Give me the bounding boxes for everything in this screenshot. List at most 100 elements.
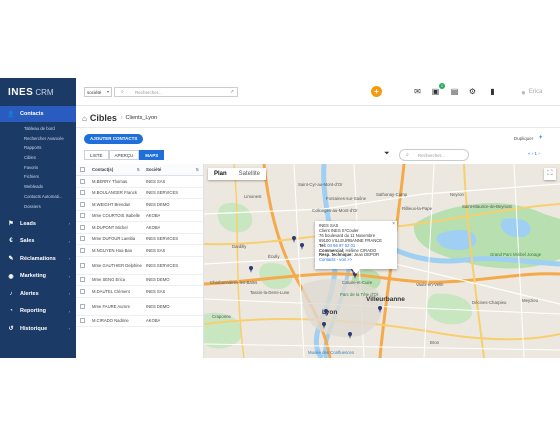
table-row[interactable]: M.NGUYEN Hoa Bao INES SAS bbox=[76, 245, 203, 257]
table-row[interactable]: M.DAUTEL Clément INES SAS bbox=[76, 286, 203, 298]
home-icon[interactable]: ⌂ bbox=[82, 114, 87, 123]
sort-icon[interactable]: ⇅ bbox=[196, 167, 199, 172]
global-search-input[interactable]: ⌕ Rechercher... ↗ bbox=[114, 87, 238, 97]
cell-company[interactable]: INES DEMO bbox=[144, 277, 203, 282]
close-icon[interactable]: × bbox=[392, 222, 395, 227]
submenu-item[interactable]: Tableau de bord bbox=[0, 124, 76, 134]
submenu-item[interactable]: Contacts Automati... bbox=[0, 192, 76, 202]
task-icon[interactable]: ▣ 1 bbox=[430, 83, 445, 97]
table-row[interactable]: M.CIRADO Nadrine AKOBA bbox=[76, 316, 203, 327]
row-checkbox[interactable] bbox=[76, 224, 88, 230]
column-header-company[interactable]: Société ⇅ bbox=[144, 167, 203, 172]
submenu-item[interactable]: Dossiers bbox=[0, 202, 76, 212]
tab-maps[interactable]: MAPS bbox=[139, 150, 165, 160]
sidebar-item-alertes[interactable]: ♪ Alertes › bbox=[0, 285, 76, 303]
cell-company[interactable]: INES DEMO bbox=[144, 304, 203, 309]
cell-company[interactable]: INES SAS bbox=[144, 179, 203, 184]
table-row[interactable]: M.BERRY Thomas INES SAS bbox=[76, 176, 203, 188]
table-row[interactable]: M.DUPONT Michel AKOBA bbox=[76, 222, 203, 234]
row-checkbox[interactable] bbox=[76, 303, 88, 309]
cell-company[interactable]: AKOBA bbox=[144, 213, 203, 218]
external-link-icon[interactable]: ↗ bbox=[230, 89, 234, 95]
sort-icon[interactable]: ⇅ bbox=[137, 167, 140, 172]
cell-contact[interactable]: M.CIRADO Nadrine bbox=[88, 318, 144, 323]
cell-contact[interactable]: Mme GAUTHIER Delphine bbox=[88, 263, 144, 268]
map-marker[interactable] bbox=[322, 322, 326, 329]
submenu-item[interactable]: Fichiers bbox=[0, 172, 76, 182]
table-row[interactable]: M.WEIGHT Brendan INES DEMO bbox=[76, 199, 203, 211]
cell-company[interactable]: INES SERVICES bbox=[144, 263, 203, 268]
cell-contact[interactable]: M.DAUTEL Clément bbox=[88, 289, 144, 294]
info-contacts-link[interactable]: Contacts - voir >> bbox=[319, 257, 393, 263]
mail-icon[interactable]: ✉ bbox=[412, 86, 423, 97]
row-checkbox[interactable] bbox=[76, 201, 88, 207]
cell-contact[interactable]: Mme DUFOUR Laetitia bbox=[88, 236, 144, 241]
company-select[interactable]: société ▾ bbox=[84, 87, 112, 97]
sidebar-item-marketing[interactable]: ◉ Marketing › bbox=[0, 268, 76, 286]
sidebar-item-reclamations[interactable]: ✎ Réclamations › bbox=[0, 250, 76, 268]
row-checkbox[interactable] bbox=[76, 262, 88, 268]
row-checkbox[interactable] bbox=[76, 277, 88, 283]
cell-company[interactable]: INES SERVICES bbox=[144, 190, 203, 195]
cell-contact[interactable]: M.WEIGHT Brendan bbox=[88, 202, 144, 207]
sidebar-item-sales[interactable]: € Sales › bbox=[0, 233, 76, 251]
row-checkbox[interactable] bbox=[76, 190, 88, 196]
duplicate-label[interactable]: Dupliquer bbox=[514, 136, 533, 141]
submenu-item[interactable]: Webleads bbox=[0, 182, 76, 192]
table-row[interactable]: Mme FAURE Aurore INES DEMO bbox=[76, 298, 203, 316]
list-search-input[interactable]: ⌕ Rechercher... bbox=[399, 149, 469, 161]
fullscreen-icon[interactable]: ⛶ bbox=[544, 168, 556, 180]
cell-company[interactable]: AKOBA bbox=[144, 225, 203, 230]
duplicate-plus-icon[interactable]: + bbox=[539, 135, 543, 141]
row-checkbox[interactable] bbox=[76, 288, 88, 294]
add-contacts-button[interactable]: AJOUTER CONTACTS bbox=[84, 134, 144, 144]
select-all-checkbox[interactable] bbox=[76, 167, 88, 172]
map-marker[interactable] bbox=[300, 243, 304, 250]
row-checkbox[interactable] bbox=[76, 178, 88, 184]
table-row[interactable]: Mme DUFOUR Laetitia INES SERVICES bbox=[76, 234, 203, 245]
user-menu[interactable]: ● Erica bbox=[521, 86, 543, 98]
cell-company[interactable]: INES SAS bbox=[144, 248, 203, 253]
cell-company[interactable]: INES DEMO bbox=[144, 202, 203, 207]
row-checkbox[interactable] bbox=[76, 236, 88, 242]
map-tab-plan[interactable]: Plan bbox=[208, 168, 233, 180]
cell-contact[interactable]: M.BERRY Thomas bbox=[88, 179, 144, 184]
cell-company[interactable]: INES SAS bbox=[144, 289, 203, 294]
table-row[interactable]: Mme GAUTHIER Delphine INES SERVICES bbox=[76, 257, 203, 275]
map-marker[interactable] bbox=[348, 332, 352, 339]
gear-icon[interactable]: ⚙ bbox=[467, 86, 478, 97]
tab-liste[interactable]: LISTE bbox=[84, 150, 109, 160]
submenu-item[interactable]: Rapports bbox=[0, 143, 76, 153]
sidebar-item-contacts[interactable]: 👤 Contacts bbox=[0, 106, 76, 122]
map-marker[interactable] bbox=[292, 236, 296, 243]
column-header-contact[interactable]: Contact(s) ⇅ bbox=[88, 167, 144, 172]
map-view[interactable]: Plan Satellite ⛶ Saint-Cyr-au-Mont-d'Or … bbox=[204, 164, 560, 358]
table-row[interactable]: Mme SENG Erica INES DEMO bbox=[76, 275, 203, 286]
table-row[interactable]: Mme COURTOIS Isabelle AKOBA bbox=[76, 211, 203, 222]
sidebar-item-reporting[interactable]: ◔ Reporting › bbox=[0, 303, 76, 321]
row-checkbox[interactable] bbox=[76, 213, 88, 219]
sidebar-item-historique[interactable]: ↺ Historique › bbox=[0, 320, 76, 338]
map-marker[interactable] bbox=[324, 309, 328, 316]
submenu-item[interactable]: Rechercher Avancée bbox=[0, 134, 76, 144]
cell-contact[interactable]: M.DUPONT Michel bbox=[88, 225, 144, 230]
map-marker[interactable] bbox=[378, 306, 382, 313]
cell-company[interactable]: AKOBA bbox=[144, 318, 203, 323]
filter-icon[interactable]: ⏷ bbox=[384, 150, 390, 158]
cell-contact[interactable]: M.BOULANGER Franck bbox=[88, 190, 144, 195]
calendar-icon[interactable]: ▤ bbox=[449, 86, 460, 97]
cell-contact[interactable]: Mme COURTOIS Isabelle bbox=[88, 213, 144, 218]
logo[interactable]: INES CRM bbox=[0, 78, 76, 106]
submenu-item[interactable]: Favoris bbox=[0, 163, 76, 173]
cell-contact[interactable]: M.NGUYEN Hoa Bao bbox=[88, 248, 144, 253]
pagination[interactable]: « ‹ 1 › bbox=[528, 151, 540, 156]
submenu-item[interactable]: Cibles bbox=[0, 153, 76, 163]
row-checkbox[interactable] bbox=[76, 247, 88, 253]
map-tab-satellite[interactable]: Satellite bbox=[233, 168, 266, 180]
cell-contact[interactable]: Mme SENG Erica bbox=[88, 277, 144, 282]
table-row[interactable]: M.BOULANGER Franck INES SERVICES bbox=[76, 188, 203, 199]
cell-contact[interactable]: Mme FAURE Aurore bbox=[88, 304, 144, 309]
quick-add-button[interactable]: + bbox=[371, 86, 382, 97]
notification-icon[interactable]: ▮ bbox=[487, 86, 498, 97]
sidebar-item-leads[interactable]: ⚑ Leads › bbox=[0, 215, 76, 233]
